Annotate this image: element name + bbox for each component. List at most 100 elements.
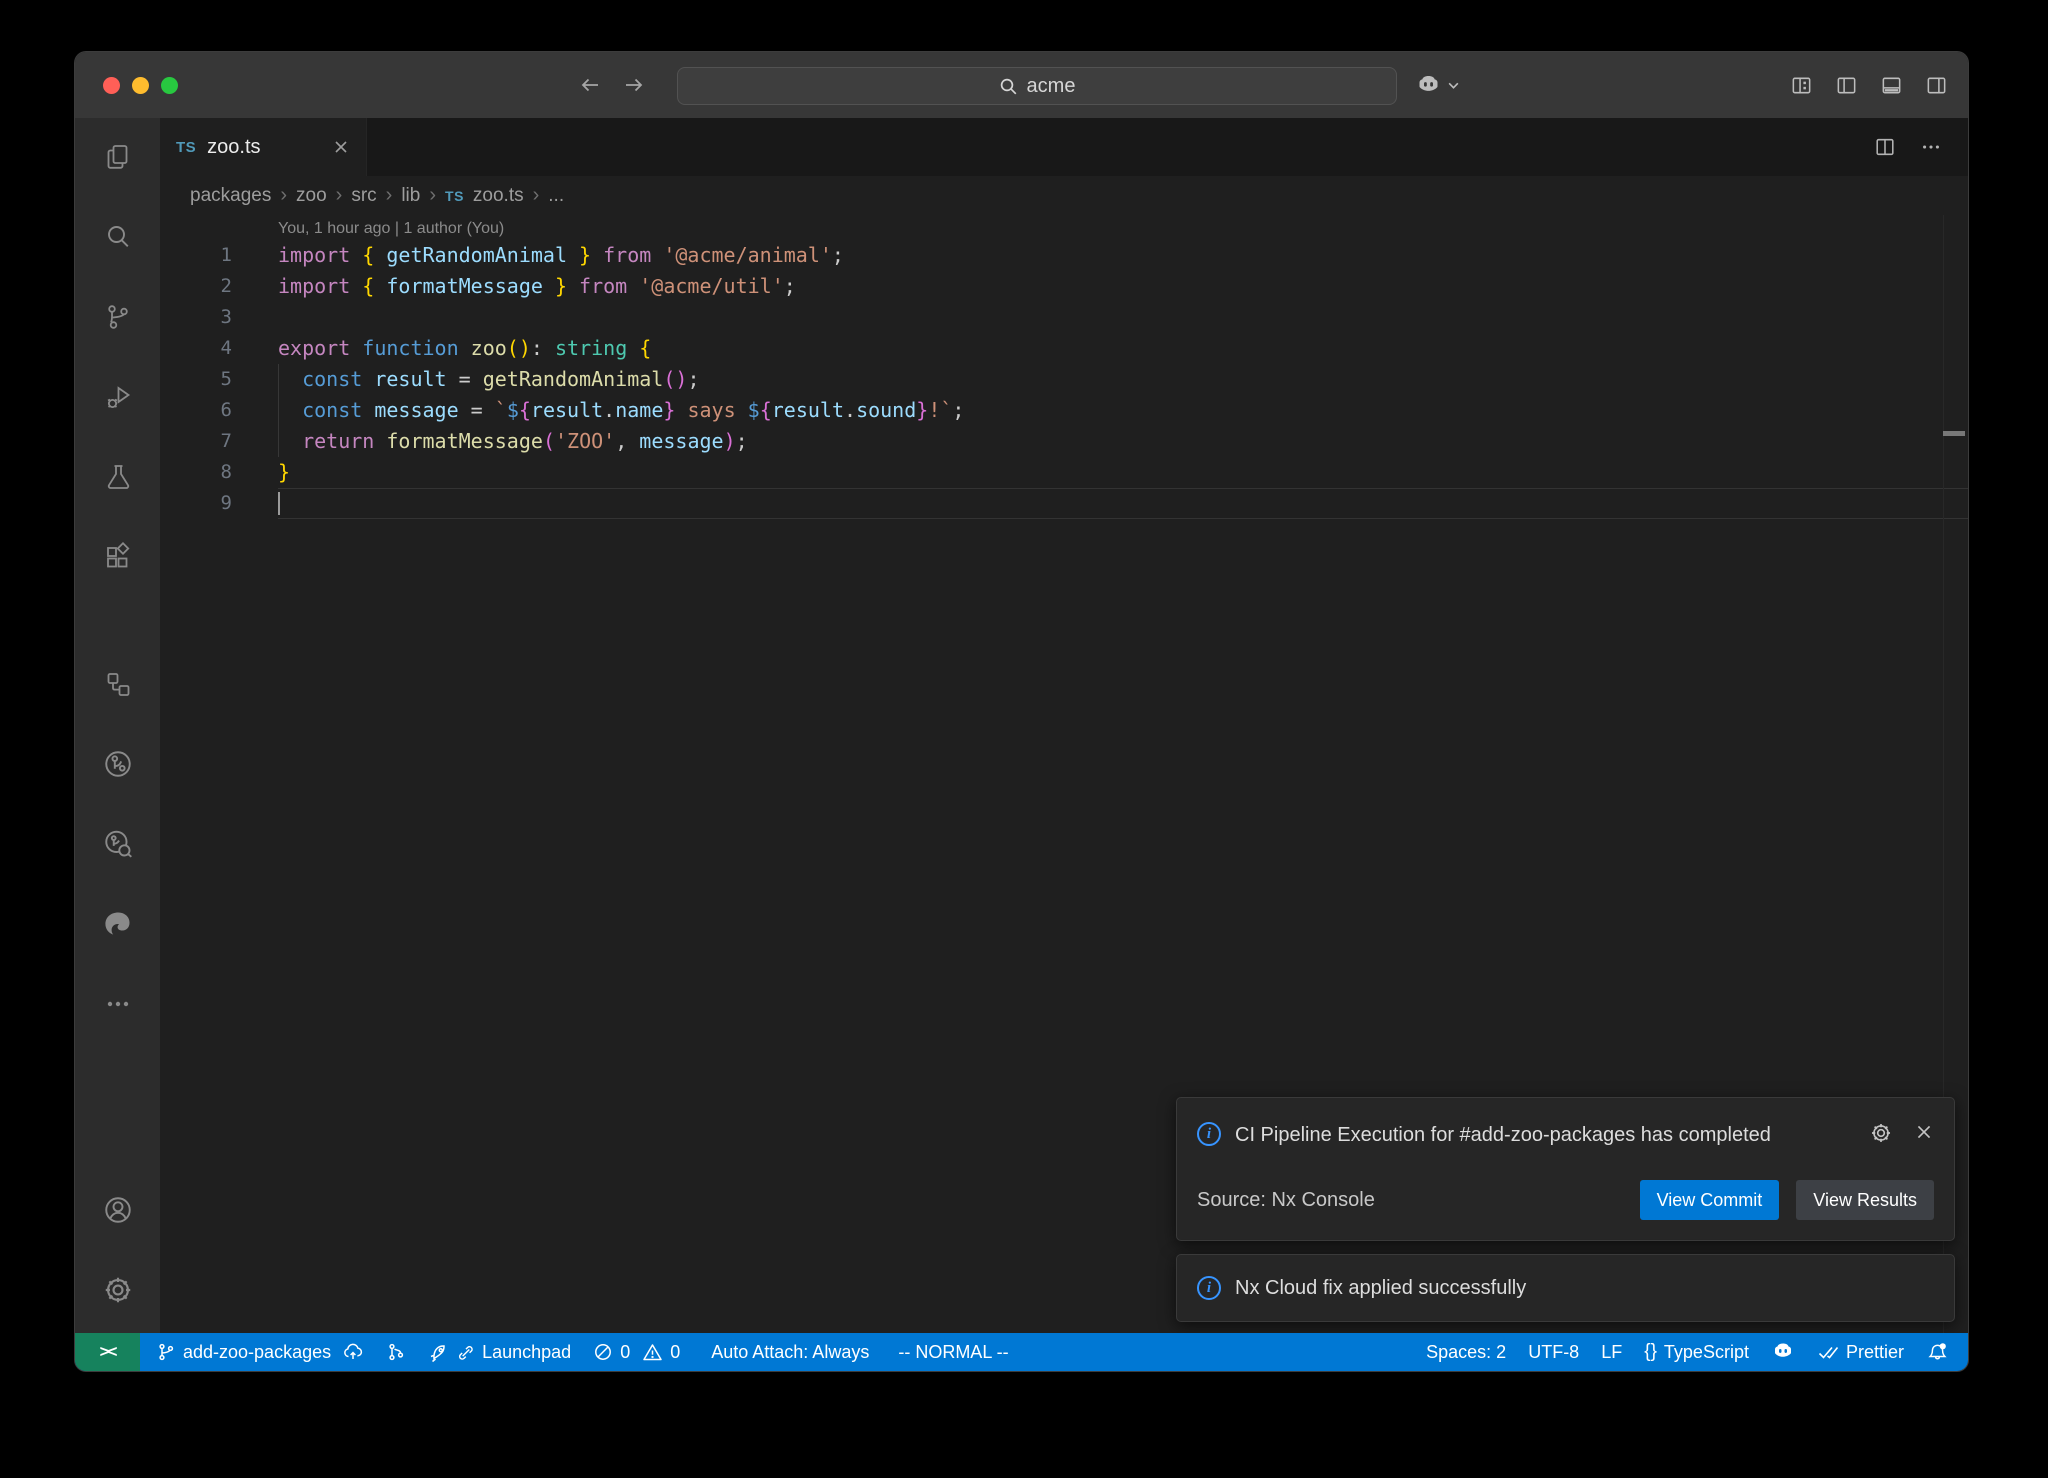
search-view-icon[interactable]	[94, 213, 142, 261]
language-status-item[interactable]: {} TypeScript	[1633, 1333, 1760, 1371]
code-editor[interactable]: You, 1 hour ago | 1 author (You) 1import…	[160, 215, 1968, 1333]
branch-status-item[interactable]: add-zoo-packages	[140, 1333, 375, 1371]
line-number: 7	[160, 426, 232, 457]
copilot-status-item[interactable]	[1760, 1333, 1806, 1371]
references-hierarchy-icon[interactable]	[94, 660, 142, 708]
search-icon	[999, 77, 1018, 96]
copilot-menu[interactable]	[1415, 52, 1460, 118]
code-line[interactable]: 3	[160, 302, 1968, 333]
eol-label: LF	[1601, 1342, 1622, 1363]
text-cursor	[278, 492, 280, 515]
run-debug-icon[interactable]	[94, 373, 142, 421]
info-icon: i	[1197, 1122, 1221, 1146]
code-line[interactable]: 1import { getRandomAnimal } from '@acme/…	[160, 240, 1968, 271]
code-text: }	[278, 457, 290, 488]
git-branch-icon	[156, 1342, 176, 1362]
formatter-status-item[interactable]: Prettier	[1806, 1333, 1915, 1371]
code-text: const result = getRandomAnimal();	[278, 364, 699, 395]
toggle-primary-sidebar-icon[interactable]	[1835, 74, 1858, 97]
breadcrumb: packages › zoo › src › lib › TS zoo.ts ›…	[160, 176, 1968, 215]
back-icon[interactable]	[578, 73, 602, 97]
forward-icon[interactable]	[622, 73, 646, 97]
extensions-icon[interactable]	[94, 533, 142, 581]
toggle-panel-icon[interactable]	[1880, 74, 1903, 97]
close-tab-icon[interactable]	[332, 138, 350, 156]
settings-gear-icon[interactable]	[94, 1266, 142, 1314]
tab-label: zoo.ts	[207, 136, 260, 159]
source-control-graph-item[interactable]	[375, 1333, 417, 1371]
notifications-bell-item[interactable]	[1915, 1333, 1960, 1371]
auto-attach-status-item[interactable]: Auto Attach: Always	[691, 1333, 880, 1371]
encoding-status-item[interactable]: UTF-8	[1517, 1333, 1590, 1371]
eol-status-item[interactable]: LF	[1590, 1333, 1633, 1371]
remote-indicator[interactable]: ><	[75, 1333, 140, 1371]
source-control-icon[interactable]	[94, 293, 142, 341]
explorer-icon[interactable]	[94, 133, 142, 181]
branch-name: add-zoo-packages	[183, 1342, 331, 1363]
titlebar: acme	[75, 52, 1968, 118]
notification-message: CI Pipeline Execution for #add-zoo-packa…	[1235, 1118, 1835, 1152]
link-icon	[456, 1343, 475, 1362]
notification-settings-gear-icon[interactable]	[1870, 1122, 1892, 1144]
code-line[interactable]: 2import { formatMessage } from '@acme/ut…	[160, 271, 1968, 302]
problems-status-item[interactable]: 0 0	[582, 1333, 691, 1371]
indentation-status-item[interactable]: Spaces: 2	[1415, 1333, 1517, 1371]
split-editor-icon[interactable]	[1874, 136, 1896, 158]
code-text: import { getRandomAnimal } from '@acme/a…	[278, 240, 844, 271]
notification-close-icon[interactable]	[1914, 1122, 1934, 1144]
breadcrumb-item[interactable]: zoo	[296, 185, 327, 207]
minimize-window-button[interactable]	[132, 77, 149, 94]
code-line[interactable]: 6 const message = `${result.name} says $…	[160, 395, 1968, 426]
git-codelens[interactable]: You, 1 hour ago | 1 author (You)	[278, 215, 1968, 240]
search-value: acme	[1027, 75, 1076, 98]
code-text: return formatMessage('ZOO', message);	[278, 426, 748, 457]
breadcrumb-symbol-more[interactable]: ...	[548, 185, 564, 207]
more-views-icon[interactable]	[94, 980, 142, 1028]
maximize-window-button[interactable]	[161, 77, 178, 94]
current-line-highlight	[278, 488, 1968, 519]
launchpad-status-item[interactable]: Launchpad	[417, 1333, 582, 1371]
edge-devtools-icon[interactable]	[94, 900, 142, 948]
cloud-upload-icon	[342, 1341, 364, 1363]
error-icon	[593, 1342, 613, 1362]
line-number: 6	[160, 395, 232, 426]
language-label: TypeScript	[1664, 1342, 1749, 1363]
customize-layout-icon[interactable]	[1790, 74, 1813, 97]
launchpad-label: Launchpad	[482, 1342, 571, 1363]
chevron-down-icon	[1447, 79, 1460, 92]
bell-icon	[1926, 1341, 1949, 1364]
view-results-button[interactable]: View Results	[1796, 1180, 1934, 1220]
breadcrumb-item[interactable]: src	[351, 185, 376, 207]
code-text: const message = `${result.name} says ${r…	[278, 395, 964, 426]
copilot-icon	[1771, 1340, 1795, 1364]
window-controls	[103, 77, 178, 94]
code-line[interactable]: 7 return formatMessage('ZOO', message);	[160, 426, 1968, 457]
chevron-right-icon: ›	[336, 184, 343, 207]
testing-icon[interactable]	[94, 453, 142, 501]
breadcrumb-item[interactable]: packages	[190, 185, 271, 207]
command-center-search[interactable]: acme	[677, 67, 1397, 105]
code-line[interactable]: 8}	[160, 457, 1968, 488]
breadcrumb-file[interactable]: zoo.ts	[473, 185, 524, 207]
vim-mode-status-item[interactable]: -- NORMAL --	[880, 1333, 1019, 1371]
gitlens-inspect-icon[interactable]	[94, 820, 142, 868]
tab-zoo-ts[interactable]: TS zoo.ts	[160, 118, 367, 176]
account-icon[interactable]	[94, 1186, 142, 1234]
code-lines: 1import { getRandomAnimal } from '@acme/…	[160, 240, 1968, 519]
line-number: 3	[160, 302, 232, 333]
code-line[interactable]: 5 const result = getRandomAnimal();	[160, 364, 1968, 395]
code-line[interactable]: 4export function zoo(): string {	[160, 333, 1968, 364]
toggle-secondary-sidebar-icon[interactable]	[1925, 74, 1948, 97]
close-window-button[interactable]	[103, 77, 120, 94]
more-actions-icon[interactable]	[1920, 136, 1942, 158]
chevron-right-icon: ›	[429, 184, 436, 207]
view-commit-button[interactable]: View Commit	[1640, 1180, 1780, 1220]
line-number: 9	[160, 488, 232, 519]
chevron-right-icon: ›	[533, 184, 540, 207]
notification-ci-pipeline: i CI Pipeline Execution for #add-zoo-pac…	[1176, 1097, 1955, 1241]
line-number: 8	[160, 457, 232, 488]
info-icon: i	[1197, 1276, 1221, 1300]
chevron-right-icon: ›	[280, 184, 287, 207]
nx-console-icon[interactable]	[94, 740, 142, 788]
breadcrumb-item[interactable]: lib	[401, 185, 420, 207]
